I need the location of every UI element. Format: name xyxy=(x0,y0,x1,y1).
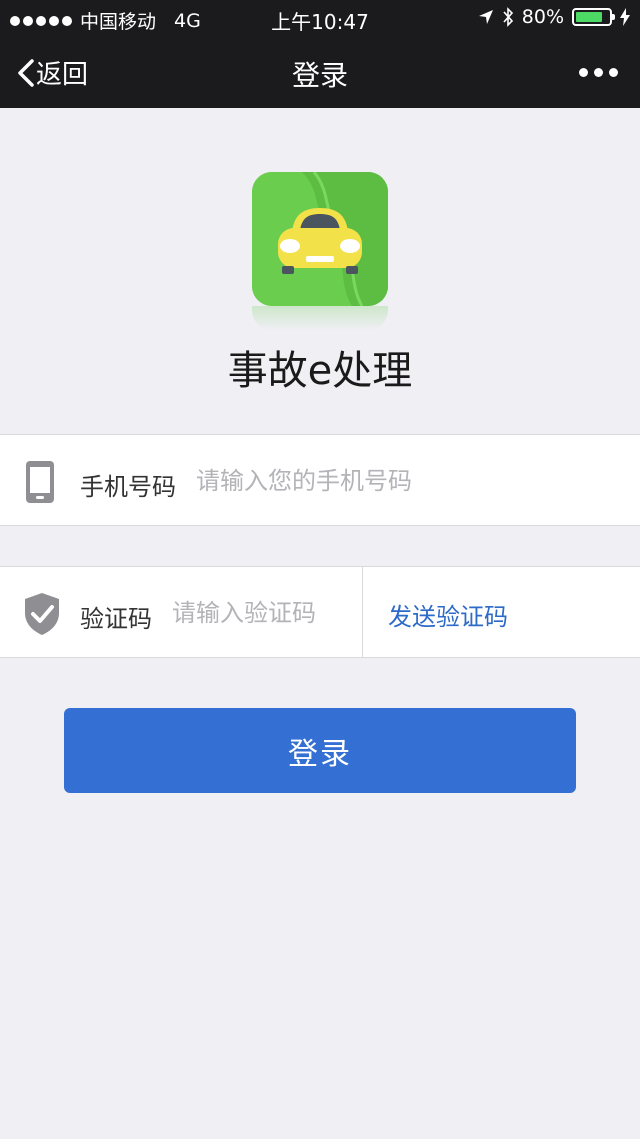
phone-input[interactable] xyxy=(196,461,616,501)
more-dot xyxy=(609,68,618,77)
car-icon xyxy=(252,172,388,306)
nav-bar: 返回 登录 xyxy=(0,36,640,108)
shield-check-icon xyxy=(25,593,59,635)
more-dot xyxy=(579,68,588,77)
charging-bolt-icon xyxy=(620,8,630,26)
app-name: 事故e处理 xyxy=(227,348,413,394)
status-bar: 中国移动 4G 上午10:47 80% xyxy=(0,0,640,36)
send-code-button[interactable]: 发送验证码 xyxy=(388,597,508,632)
battery-fill xyxy=(576,12,602,22)
bluetooth-icon xyxy=(503,7,513,27)
phone-row: 手机号码 xyxy=(0,434,640,526)
screen: 中国移动 4G 上午10:47 80% 返回 登录 事故e处理 手机号码 请输入… xyxy=(0,0,640,1139)
location-arrow-icon xyxy=(478,10,493,24)
battery-icon xyxy=(572,8,615,26)
login-button[interactable]: 登录 xyxy=(64,708,576,793)
code-divider xyxy=(362,567,363,657)
logo-reflection xyxy=(252,306,388,330)
phone-icon xyxy=(26,461,54,503)
code-row: 验证码 发送验证码 xyxy=(0,566,640,658)
phone-label: 手机号码 xyxy=(80,473,176,501)
page-title: 登录 xyxy=(291,59,348,92)
code-label: 验证码 xyxy=(80,605,152,633)
battery-percent: 80% xyxy=(521,6,564,28)
app-logo xyxy=(252,172,388,306)
more-dot xyxy=(594,68,603,77)
more-menu-button[interactable] xyxy=(579,68,618,77)
status-right: 80% xyxy=(478,6,630,28)
code-input[interactable] xyxy=(172,593,352,633)
